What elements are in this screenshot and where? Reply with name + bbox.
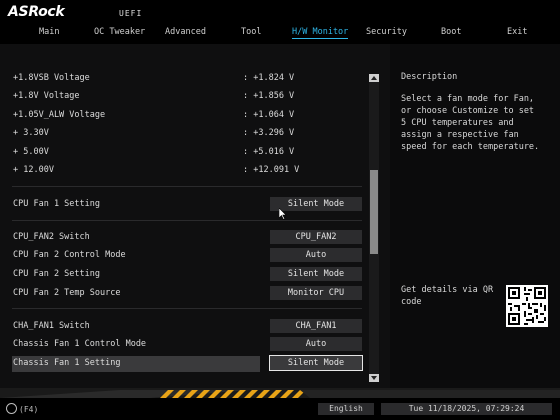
- tab-hw-monitor[interactable]: H/W Monitor: [292, 27, 349, 39]
- tab-advanced[interactable]: Advanced: [165, 27, 206, 37]
- voltage-value: : +1.824 V: [243, 73, 295, 83]
- voltage-label: +1.05V_ALW Voltage: [13, 110, 106, 120]
- setting-label: Chassis Fan 1 Setting: [13, 358, 121, 368]
- f4-label: (F4): [19, 405, 39, 414]
- datetime-display: Tue 11/18/2025, 07:29:24: [381, 403, 552, 415]
- tab-boot[interactable]: Boot: [441, 27, 461, 37]
- tab-tool[interactable]: Tool: [241, 27, 261, 37]
- setting-label: CPU Fan 1 Setting: [13, 199, 100, 209]
- voltage-row: + 5.00V : +5.016 V: [0, 145, 368, 161]
- setting-label: CPU Fan 2 Setting: [13, 269, 100, 279]
- voltage-label: + 3.30V: [13, 128, 49, 138]
- scrollbar[interactable]: [369, 74, 379, 382]
- voltage-row: +1.8V Voltage : +1.856 V: [0, 89, 368, 105]
- record-icon: [6, 403, 17, 414]
- scroll-up-arrow-icon[interactable]: [369, 74, 379, 82]
- setting-value-button[interactable]: Monitor CPU: [270, 286, 362, 300]
- setting-row-chassis-fan1-setting[interactable]: Chassis Fan 1 Setting Silent Mode: [12, 355, 363, 372]
- setting-row-cpu-fan1-setting[interactable]: CPU Fan 1 Setting Silent Mode: [0, 197, 368, 213]
- voltage-row: + 3.30V : +3.296 V: [0, 126, 368, 142]
- voltage-value: : +3.296 V: [243, 128, 295, 138]
- setting-value-button[interactable]: CPU_FAN2: [270, 230, 362, 244]
- setting-row-cpu-fan2-setting[interactable]: CPU Fan 2 Setting Silent Mode: [0, 267, 368, 283]
- voltage-label: +1.8V Voltage: [13, 91, 80, 101]
- setting-label: CHA_FAN1 Switch: [13, 321, 90, 331]
- voltage-label: + 5.00V: [13, 147, 49, 157]
- tab-exit[interactable]: Exit: [507, 27, 527, 37]
- setting-value-button[interactable]: CHA_FAN1: [270, 319, 362, 333]
- main-tabs: Main OC Tweaker Advanced Tool H/W Monito…: [0, 27, 560, 41]
- setting-label: CPU_FAN2 Switch: [13, 232, 90, 242]
- qr-caption: Get details via QR code: [401, 285, 494, 307]
- voltage-row: +1.8VSB Voltage : +1.824 V: [0, 71, 368, 87]
- setting-label: CPU Fan 2 Control Mode: [13, 250, 126, 260]
- setting-row-cpu-fan2-switch[interactable]: CPU_FAN2 Switch CPU_FAN2: [0, 230, 368, 246]
- uefi-label: UEFI: [119, 9, 143, 18]
- scroll-down-arrow-icon[interactable]: [369, 374, 379, 382]
- setting-value-button[interactable]: Silent Mode: [269, 355, 363, 371]
- asrock-logo: ASRock: [8, 4, 65, 20]
- language-button[interactable]: English: [318, 403, 374, 415]
- top-bar: ASRock UEFI Main OC Tweaker Advanced Too…: [0, 0, 560, 44]
- hazard-stripes-icon: [0, 388, 560, 398]
- voltage-value: : +12.091 V: [243, 165, 300, 175]
- voltage-label: + 12.00V: [13, 165, 54, 175]
- divider: [12, 308, 362, 309]
- setting-label: CPU Fan 2 Temp Source: [13, 288, 121, 298]
- tab-security[interactable]: Security: [366, 27, 407, 37]
- setting-row-cpu-fan2-temp-source[interactable]: CPU Fan 2 Temp Source Monitor CPU: [0, 286, 368, 302]
- setting-row-chassis-fan1-control-mode[interactable]: Chassis Fan 1 Control Mode Auto: [0, 337, 368, 353]
- description-text: Select a fan mode for Fan, or choose Cus…: [401, 94, 540, 152]
- tab-oc-tweaker[interactable]: OC Tweaker: [94, 27, 145, 37]
- description-title: Description: [401, 72, 458, 82]
- qr-code-icon: [506, 285, 548, 327]
- tab-main[interactable]: Main: [39, 27, 59, 37]
- mouse-pointer-icon: [279, 208, 287, 220]
- voltage-row: +1.05V_ALW Voltage : +1.064 V: [0, 108, 368, 124]
- setting-value-button[interactable]: Silent Mode: [270, 267, 362, 281]
- decorative-stripe-band: [0, 388, 560, 398]
- voltage-row: + 12.00V : +12.091 V: [0, 163, 368, 179]
- voltage-value: : +1.856 V: [243, 91, 295, 101]
- scrollbar-thumb[interactable]: [370, 170, 378, 254]
- setting-row-cha-fan1-switch[interactable]: CHA_FAN1 Switch CHA_FAN1: [0, 319, 368, 335]
- voltage-label: +1.8VSB Voltage: [13, 73, 90, 83]
- divider: [12, 186, 362, 187]
- footer-bar: (F4) English Tue 11/18/2025, 07:29:24: [0, 398, 560, 420]
- setting-row-cpu-fan2-control-mode[interactable]: CPU Fan 2 Control Mode Auto: [0, 248, 368, 264]
- setting-label: Chassis Fan 1 Control Mode: [13, 339, 147, 349]
- divider: [12, 220, 362, 221]
- voltage-value: : +1.064 V: [243, 110, 295, 120]
- f4-key-hint[interactable]: (F4): [6, 403, 38, 414]
- setting-value-button[interactable]: Auto: [270, 248, 362, 262]
- setting-value-button[interactable]: Auto: [270, 337, 362, 351]
- voltage-value: : +5.016 V: [243, 147, 295, 157]
